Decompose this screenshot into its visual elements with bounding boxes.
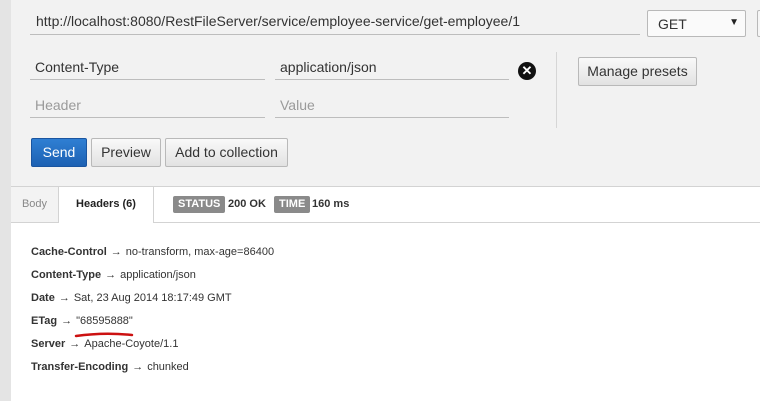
- header-value: application/json: [120, 269, 196, 281]
- preview-button[interactable]: Preview: [91, 138, 161, 167]
- response-header-row: ETag → "68595888": [31, 315, 133, 327]
- add-to-collection-button[interactable]: Add to collection: [165, 138, 288, 167]
- response-header-row: Transfer-Encoding → chunked: [31, 361, 189, 373]
- new-header-value-input[interactable]: [275, 92, 509, 118]
- header-value: chunked: [147, 361, 189, 373]
- send-button[interactable]: Send: [31, 138, 87, 167]
- response-header-row: Server → Apache-Coyote/1.1: [31, 338, 178, 350]
- method-select[interactable]: GET ▼: [647, 10, 746, 37]
- header-value-input[interactable]: [275, 54, 509, 80]
- response-tabs: Body Headers (6): [11, 187, 760, 223]
- new-header-key-input[interactable]: [30, 92, 265, 118]
- header-value: no-transform, max-age=86400: [125, 246, 275, 258]
- header-name: Cache-Control: [31, 246, 107, 258]
- response-header-row: Content-Type → application/json: [31, 269, 196, 281]
- remove-header-icon[interactable]: ✕: [518, 62, 536, 80]
- header-value: Apache-Coyote/1.1: [84, 338, 179, 350]
- response-header-row: Date → Sat, 23 Aug 2014 18:17:49 GMT: [31, 292, 232, 304]
- arrow: →: [58, 292, 70, 304]
- divider: [556, 52, 557, 128]
- arrow: →: [110, 246, 122, 258]
- header-name: Content-Type: [31, 269, 102, 281]
- header-name: Date: [31, 292, 55, 304]
- arrow: →: [132, 361, 144, 373]
- left-sidebar-strip: [0, 0, 11, 401]
- chevron-down-icon: ▼: [729, 17, 739, 28]
- header-name: ETag: [31, 315, 58, 327]
- rest-client-app: GET ▼ ✕ Manage presets Send Preview Add …: [0, 0, 760, 402]
- arrow: →: [69, 338, 81, 350]
- header-value: Sat, 23 Aug 2014 18:17:49 GMT: [73, 292, 232, 304]
- time-value: 160 ms: [312, 198, 350, 210]
- tab-body[interactable]: Body: [11, 187, 58, 222]
- method-selected-value: GET: [658, 16, 687, 32]
- status-badge: STATUS: [173, 196, 226, 213]
- header-name: Server: [31, 338, 66, 350]
- header-name: Transfer-Encoding: [31, 361, 129, 373]
- manage-presets-button[interactable]: Manage presets: [578, 57, 697, 86]
- tab-headers[interactable]: Headers (6): [58, 187, 154, 223]
- response-header-row: Cache-Control → no-transform, max-age=8640…: [31, 246, 274, 258]
- url-input[interactable]: [30, 8, 640, 35]
- status-value: 200 OK: [228, 198, 266, 210]
- arrow: →: [61, 315, 73, 327]
- header-key-input[interactable]: [30, 54, 265, 80]
- header-value: "68595888": [76, 315, 133, 327]
- time-badge: TIME: [274, 196, 311, 213]
- arrow: →: [105, 269, 117, 281]
